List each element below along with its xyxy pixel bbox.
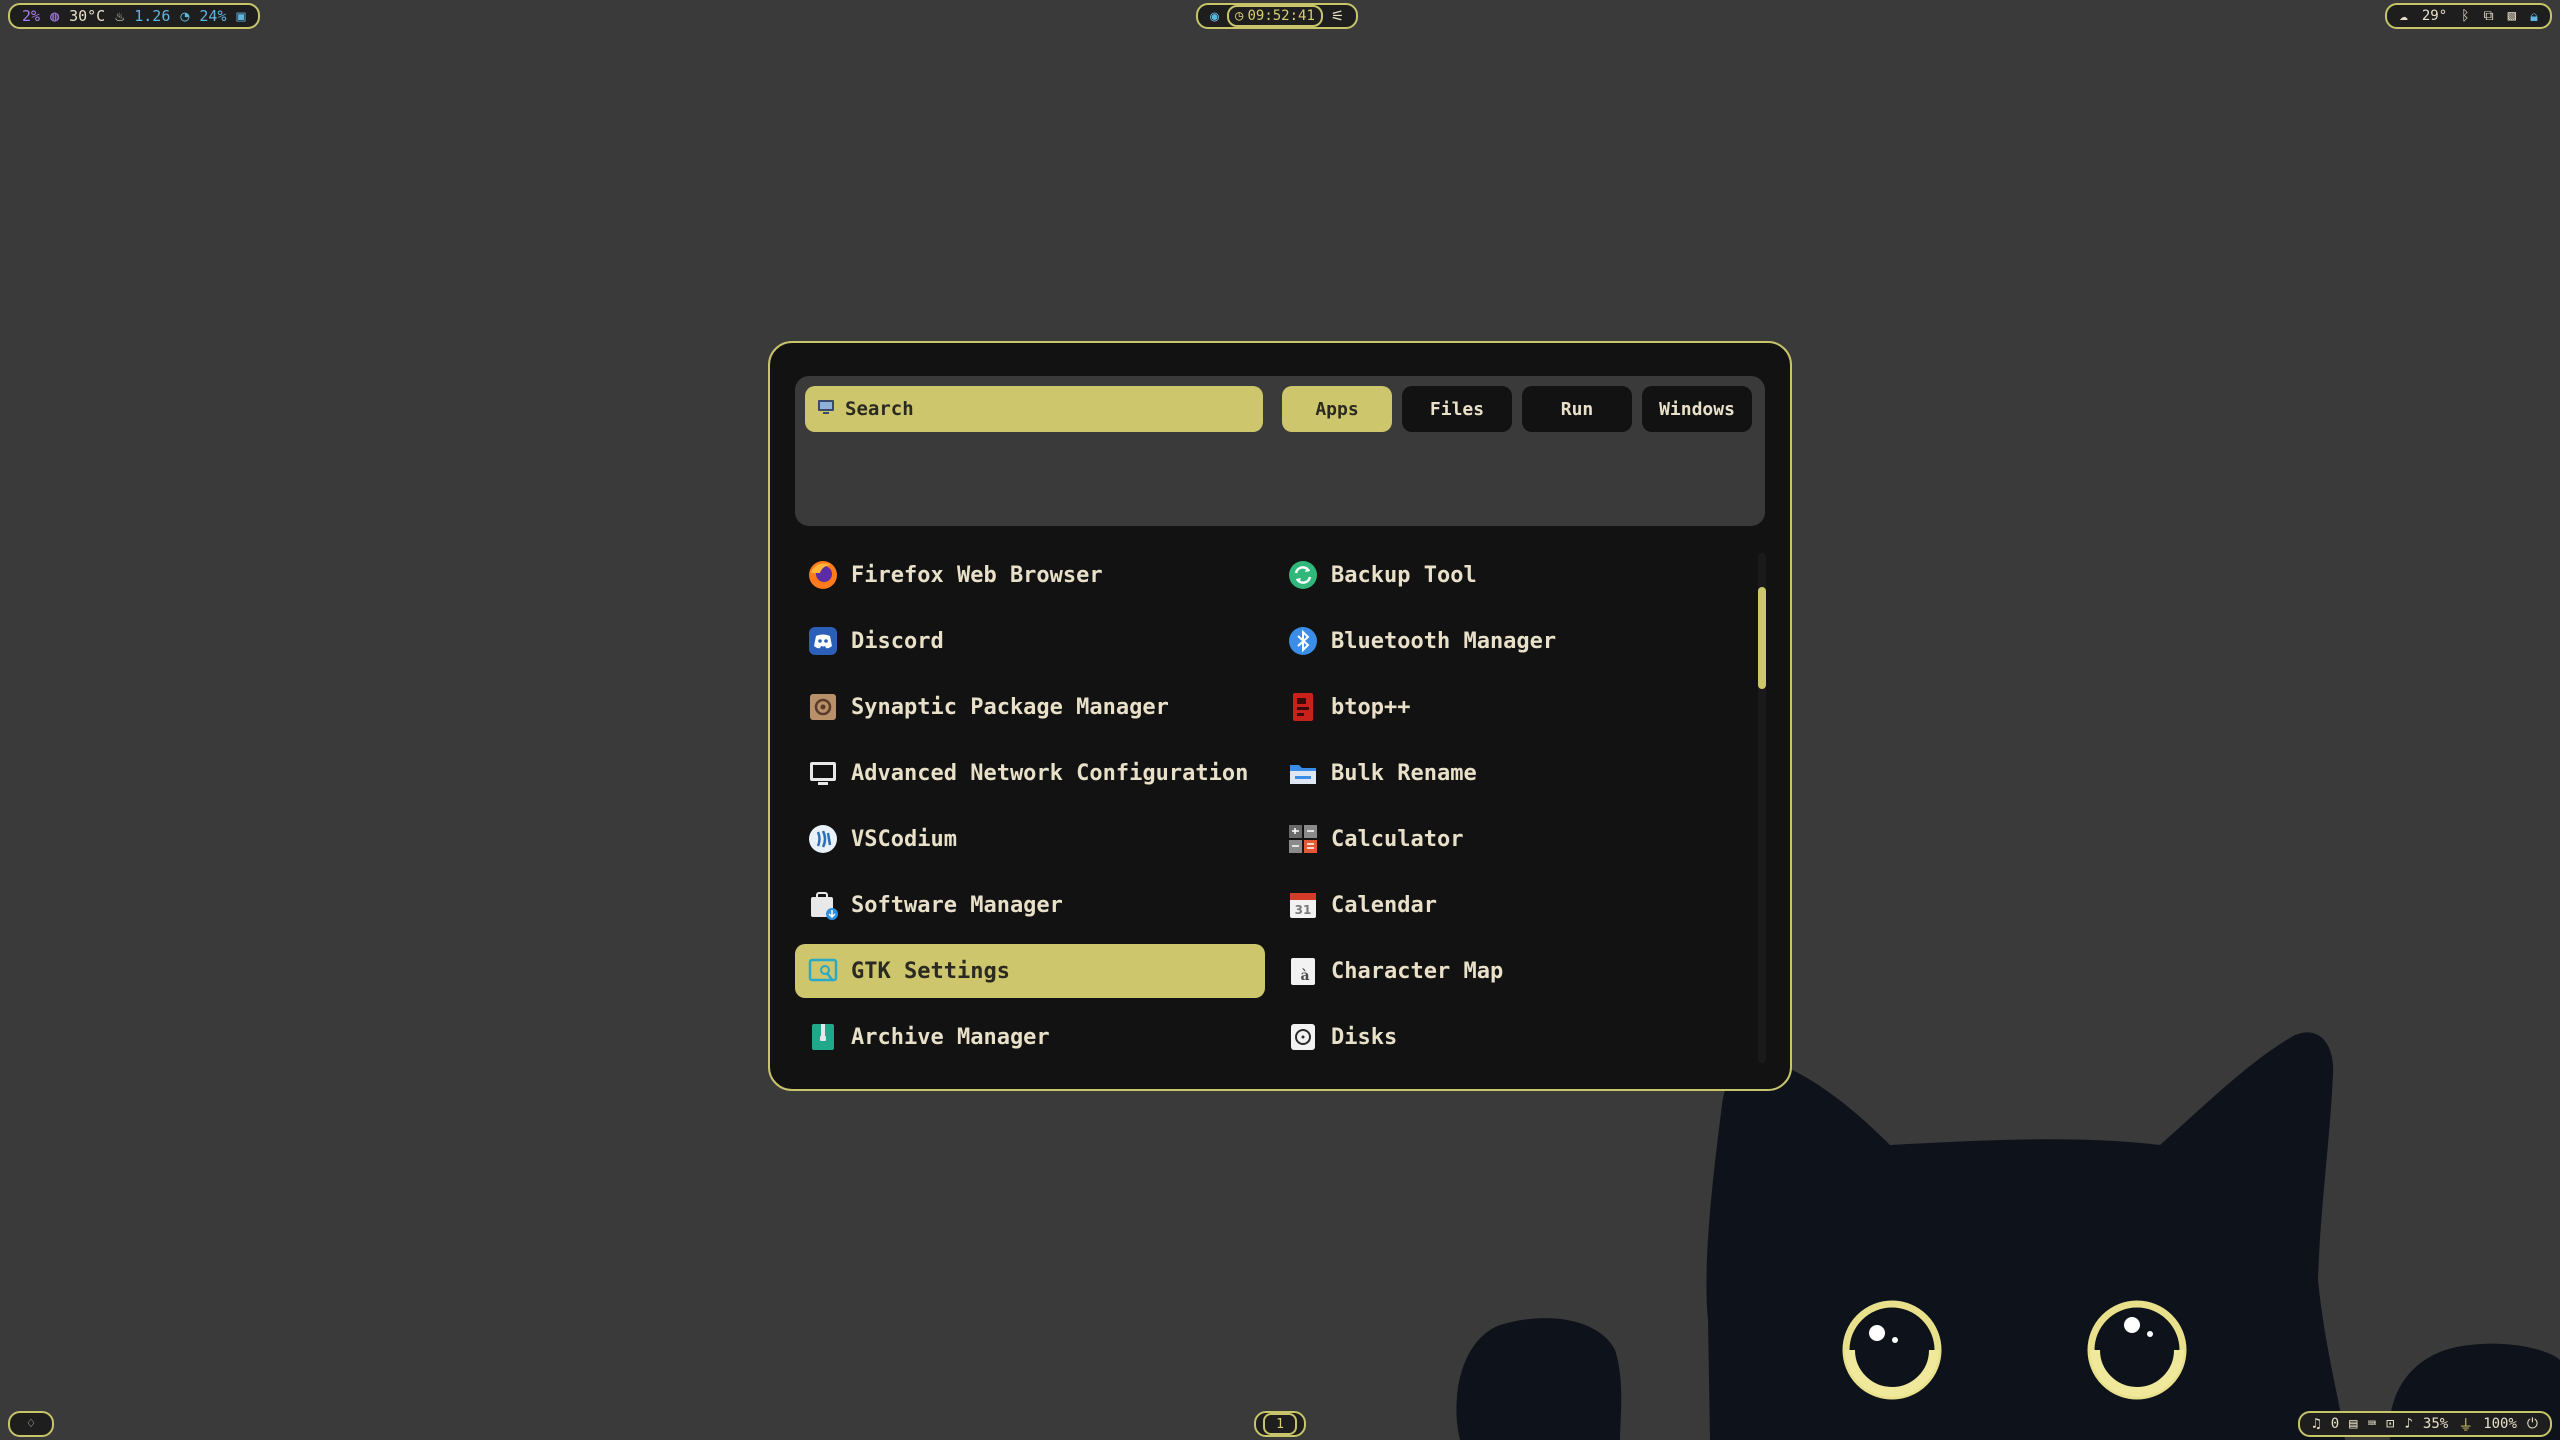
lock-icon[interactable]: 🔒︎ <box>2530 7 2538 25</box>
app-label: Bulk Rename <box>1331 760 1477 786</box>
bluetooth-icon <box>1287 625 1319 657</box>
app-launcher: Search Apps Files Run Windows Firefox We… <box>768 341 1792 1091</box>
app-item-discord[interactable]: Discord <box>795 614 1265 668</box>
status-widget-tray[interactable]: ☁ 29° ᛒ ⧉ ▧ 🔒︎ <box>2385 3 2552 29</box>
app-item-btop[interactable]: btop++ <box>1275 680 1745 734</box>
workspace-indicator[interactable]: 1 <box>1254 1411 1306 1437</box>
clock-time: 09:52:41 <box>1247 8 1315 24</box>
app-label: Firefox Web Browser <box>851 562 1103 588</box>
tab-windows[interactable]: Windows <box>1642 386 1752 432</box>
weather-temp: 29° <box>2421 8 2448 24</box>
tab-apps[interactable]: Apps <box>1282 386 1392 432</box>
toggle-icon[interactable]: ◉ <box>1210 7 1219 25</box>
color-picker-icon[interactable]: ⚟ <box>1331 7 1344 25</box>
network-icon <box>807 757 839 789</box>
search-placeholder: Search <box>845 398 914 420</box>
calendar-icon: 31 <box>1287 889 1319 921</box>
firefox-icon <box>807 559 839 591</box>
bell-icon[interactable]: ♫ <box>2312 1416 2320 1432</box>
app-item-gtk-settings[interactable]: GTK Settings <box>795 944 1265 998</box>
load-average: 1.26 <box>134 7 171 25</box>
mic-level: 100% <box>2483 1416 2517 1432</box>
monitor-icon <box>817 398 835 420</box>
volume-level: 35% <box>2422 1416 2449 1432</box>
app-label: btop++ <box>1331 694 1411 720</box>
app-label: Calculator <box>1331 826 1464 852</box>
backup-icon <box>1287 559 1319 591</box>
app-label: Calendar <box>1331 892 1437 918</box>
clock-widget[interactable]: ◉ ◷ 09:52:41 ⚟ <box>1196 3 1359 29</box>
cpu-usage: 2% <box>22 7 41 25</box>
gauge-icon: ◔ <box>180 7 190 25</box>
app-item-firefox[interactable]: Firefox Web Browser <box>795 548 1265 602</box>
synaptic-icon <box>807 691 839 723</box>
app-label: Backup Tool <box>1331 562 1477 588</box>
status-widget-system[interactable]: 2% ◍ 30°C ♨ 1.26 ◔ 24% ▣ <box>8 3 260 29</box>
notification-count: 0 <box>2330 1416 2340 1432</box>
app-label: Character Map <box>1331 958 1504 984</box>
scrollbar-thumb[interactable] <box>1758 587 1766 689</box>
tab-files[interactable]: Files <box>1402 386 1512 432</box>
app-label: Bluetooth Manager <box>1331 628 1557 654</box>
app-label: Software Manager <box>851 892 1063 918</box>
app-item-archive-manager[interactable]: Archive Manager <box>795 1010 1265 1064</box>
search-input[interactable]: Search <box>805 386 1263 432</box>
app-label: GTK Settings <box>851 958 1010 984</box>
character-map-icon: à <box>1287 955 1319 987</box>
launcher-button[interactable]: ♢ <box>8 1411 54 1437</box>
app-item-vscodium[interactable]: VSCodium <box>795 812 1265 866</box>
app-label: VSCodium <box>851 826 957 852</box>
app-item-network[interactable]: Advanced Network Configuration <box>795 746 1265 800</box>
app-item-synaptic[interactable]: Synaptic Package Manager <box>795 680 1265 734</box>
archive-icon <box>807 1021 839 1053</box>
padlock-icon[interactable]: ⊡ <box>2386 1416 2394 1432</box>
weather-icon: ☁ <box>2399 8 2408 24</box>
temperature-icon: ♨ <box>115 7 125 25</box>
app-label: Synaptic Package Manager <box>851 694 1169 720</box>
software-manager-icon <box>807 889 839 921</box>
speaker-icon[interactable]: ♪ <box>2404 1416 2412 1432</box>
app-label: Archive Manager <box>851 1024 1050 1050</box>
discord-icon <box>807 625 839 657</box>
app-item-software-manager[interactable]: Software Manager <box>795 878 1265 932</box>
network-tray-icon[interactable]: ⧉ <box>2484 8 2494 24</box>
bluetooth-tray-icon[interactable]: ᛒ <box>2461 8 2469 24</box>
app-item-bulk-rename[interactable]: Bulk Rename <box>1275 746 1745 800</box>
keyboard-icon[interactable]: ⌨ <box>2368 1416 2376 1432</box>
microphone-icon[interactable]: ⏚ <box>2458 1414 2473 1435</box>
gtk-settings-icon <box>807 955 839 987</box>
status-widget-bottom[interactable]: ♫ 0 ▤ ⌨ ⊡ ♪ 35% ⏚ 100% ⏻ <box>2298 1411 2552 1437</box>
power-icon[interactable]: ⏻ <box>2527 1416 2538 1432</box>
memory-usage: 24% <box>199 7 227 25</box>
app-item-backup-tool[interactable]: Backup Tool <box>1275 548 1745 602</box>
search-area: Search Apps Files Run Windows <box>795 376 1765 526</box>
disks-icon <box>1287 1021 1319 1053</box>
calculator-icon <box>1287 823 1319 855</box>
vscodium-icon <box>807 823 839 855</box>
app-item-calendar[interactable]: 31 Calendar <box>1275 878 1745 932</box>
app-item-character-map[interactable]: à Character Map <box>1275 944 1745 998</box>
bulk-rename-icon <box>1287 757 1319 789</box>
workspace-1[interactable]: 1 <box>1263 1413 1297 1435</box>
calendar-day: 31 <box>1295 903 1312 917</box>
app-item-calculator[interactable]: Calculator <box>1275 812 1745 866</box>
clock: ◷ 09:52:41 <box>1227 5 1323 27</box>
app-label: Disks <box>1331 1024 1398 1050</box>
clock-icon: ◷ <box>1235 8 1244 24</box>
app-label: Advanced Network Configuration <box>851 760 1249 786</box>
app-item-disks[interactable]: Disks <box>1275 1010 1745 1064</box>
drop-icon: ♢ <box>26 1416 36 1432</box>
memory-icon: ▣ <box>236 7 246 25</box>
character-glyph: à <box>1300 968 1309 984</box>
temperature: 30°C <box>69 7 106 25</box>
cpu-icon: ◍ <box>50 7 60 25</box>
app-item-bluetooth-manager[interactable]: Bluetooth Manager <box>1275 614 1745 668</box>
btop-icon <box>1287 691 1319 723</box>
screenshot-icon[interactable]: ▧ <box>2508 8 2516 24</box>
tab-run[interactable]: Run <box>1522 386 1632 432</box>
clipboard-icon[interactable]: ▤ <box>2349 1416 2357 1432</box>
app-label: Discord <box>851 628 944 654</box>
